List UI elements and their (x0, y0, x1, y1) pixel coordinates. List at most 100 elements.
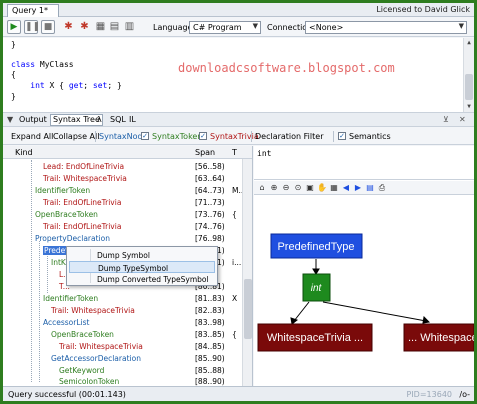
scroll-thumb[interactable] (244, 279, 252, 339)
edge-int-to-left (293, 301, 310, 322)
tree-row-label: Trail: WhitespaceTrivia (51, 306, 135, 315)
tree-row-span: [88..90) (195, 377, 225, 386)
tree-row[interactable]: IdentifierToken [81..83) X (3, 293, 241, 305)
language-label: Language (153, 23, 193, 32)
syntax-trivia-checkbox[interactable]: ✓ (199, 132, 207, 140)
semantics-checkbox[interactable]: ✓ (338, 132, 346, 140)
chevron-down-icon: ▼ (252, 22, 258, 30)
tab-lambda[interactable]: λ (97, 115, 102, 124)
pause-button[interactable]: ❚❚ (24, 20, 41, 34)
code-line: { (11, 70, 16, 79)
chevron-down-icon: ▼ (458, 22, 464, 30)
layout-icon[interactable]: ▦ (329, 183, 339, 193)
scroll-down-icon[interactable]: ▼ (464, 102, 474, 112)
syntax-graph[interactable]: PredefinedType int WhitespaceTrivia ... … (254, 196, 474, 386)
zoom-window-icon[interactable]: ▣ (305, 183, 315, 193)
tree-row[interactable]: Trail: EndOfLineTrivia [71..73) (3, 197, 241, 209)
tree-row-text: { (232, 330, 237, 339)
code-line: int X { get; set; } (30, 81, 122, 90)
tree-row[interactable]: Trail: WhitespaceTrivia [82..83) (3, 305, 241, 317)
output-tab-bar: ▼ Output Syntax Tree λ SQL IL ⊻ ✕ (3, 113, 474, 127)
tree-row[interactable]: AccessorList [83..98) (3, 317, 241, 329)
syntax-tree-toolbar: Expand All Collapse All SyntaxNode ✓ Syn… (3, 128, 474, 145)
play-icon: ▶ (10, 22, 18, 32)
tree-row-span: [76..98) (195, 234, 225, 243)
back-arrow-icon[interactable]: ◀ (341, 183, 351, 193)
tree-row-label: Trail: WhitespaceTrivia (59, 342, 143, 351)
status-message: Query successful (00:01.143) (8, 390, 126, 399)
tree-row[interactable]: Trail: WhitespaceTrivia [63..64) (3, 173, 241, 185)
tree-column-headers: Kind Span T (3, 146, 252, 159)
print-icon[interactable]: ⎙ (377, 183, 387, 193)
text-results-icon[interactable]: ▤ (109, 21, 120, 32)
code-line: class MyClass (11, 60, 74, 69)
document-tab-strip: Query 1* Licensed to David Glick (3, 3, 474, 17)
tab-il[interactable]: IL (129, 115, 136, 124)
connection-select[interactable]: <None> ▼ (305, 21, 467, 34)
home-icon[interactable]: ⌂ (257, 183, 267, 193)
optimization-toggle[interactable]: /o- (459, 390, 470, 399)
column-span[interactable]: Span (195, 148, 215, 157)
results-pane-icon[interactable]: ▥ (124, 21, 135, 32)
bug-icon[interactable]: ✱ (63, 21, 74, 32)
editor-scrollbar[interactable]: ▲ ▼ (463, 38, 474, 112)
code-editor[interactable]: } class MyClass { int X { get; set; } } … (3, 38, 474, 113)
zoom-fit-icon[interactable]: ⊙ (293, 183, 303, 193)
tree-row-label: Trail: WhitespaceTrivia (43, 174, 127, 183)
run-button[interactable]: ▶ (7, 20, 21, 34)
tree-row-span: [83..85) (195, 330, 225, 339)
pause-icon: ❚❚ (25, 22, 41, 32)
menu-item-dump-symbol[interactable]: Dump Symbol (69, 249, 215, 261)
tab-syntax-tree[interactable]: Syntax Tree (50, 114, 103, 126)
tree-scrollbar[interactable] (242, 159, 252, 386)
graph-node-root-label: PredefinedType (277, 241, 354, 253)
zoom-out-icon[interactable]: ⊖ (281, 183, 291, 193)
app-window: Query 1* Licensed to David Glick ▶ ❚❚ ■ … (3, 3, 474, 401)
query-tab[interactable]: Query 1* (7, 4, 59, 17)
grid-results-icon[interactable]: ▦ (95, 21, 106, 32)
tree-row[interactable]: GetAccessorDeclaration [85..90) (3, 353, 241, 365)
pin-icon[interactable]: ⊻ (443, 115, 449, 124)
tree-row[interactable]: Lead: EndOfLineTrivia [56..58) (3, 161, 241, 173)
menu-item-dump-converted-typesymbol[interactable]: Dump Converted TypeSymbol (69, 273, 215, 285)
tree-row-text: i... (232, 258, 242, 267)
tab-output[interactable]: Output (19, 115, 47, 124)
tab-sql[interactable]: SQL (110, 115, 126, 124)
tree-row[interactable]: PropertyDeclaration [76..98) (3, 233, 241, 245)
stop-button[interactable]: ■ (41, 20, 55, 34)
syntax-token-checkbox[interactable]: ✓ (141, 132, 149, 140)
collapse-panel-icon[interactable]: ▼ (7, 115, 13, 124)
tree-row-label: GetAccessorDeclaration (51, 354, 141, 363)
tree-row[interactable]: Trail: WhitespaceTrivia [84..85) (3, 341, 241, 353)
tree-row[interactable]: OpenBraceToken [83..85) { (3, 329, 241, 341)
tree-row-label: Trail: EndOfLineTrivia (43, 222, 122, 231)
tree-row-label: Trail: EndOfLineTrivia (43, 198, 122, 207)
watermark-text: downloadcsoftware.blogspot.com (178, 61, 395, 75)
tree-row[interactable]: IdentifierToken [64..73) M.. (3, 185, 243, 197)
value-textbox[interactable]: int (254, 146, 474, 180)
collapse-all-button[interactable]: Collapse All (53, 132, 99, 141)
column-t[interactable]: T (232, 148, 237, 157)
tree-row[interactable]: OpenBraceToken [73..76) { (3, 209, 241, 221)
forward-arrow-icon[interactable]: ▶ (353, 183, 363, 193)
debug-bug-icon[interactable]: ✱ (79, 21, 90, 32)
menu-item-dump-typesymbol[interactable]: Dump TypeSymbol (69, 261, 215, 273)
pan-hand-icon[interactable]: ✋ (317, 183, 327, 193)
tree-row[interactable]: Trail: EndOfLineTrivia [74..76) (3, 221, 241, 233)
expand-all-button[interactable]: Expand All (11, 132, 53, 141)
divider (95, 131, 96, 142)
tree-row[interactable]: SemicolonToken [88..90) (3, 376, 241, 386)
tree-row-text: X (232, 294, 238, 303)
scroll-thumb[interactable] (465, 74, 473, 100)
stop-icon: ■ (43, 22, 53, 32)
tree-row-label: IdentifierToken (35, 186, 91, 195)
column-kind[interactable]: Kind (15, 148, 33, 157)
keyword-int: int (30, 81, 45, 90)
save-icon[interactable]: ▤ (365, 183, 375, 193)
scroll-up-icon[interactable]: ▲ (464, 38, 474, 48)
declaration-filter-button[interactable]: Declaration Filter (255, 132, 323, 141)
language-select[interactable]: C# Program ▼ (189, 21, 261, 34)
close-icon[interactable]: ✕ (459, 115, 466, 124)
zoom-in-icon[interactable]: ⊕ (269, 183, 279, 193)
tree-row-label: OpenBraceToken (51, 330, 114, 339)
